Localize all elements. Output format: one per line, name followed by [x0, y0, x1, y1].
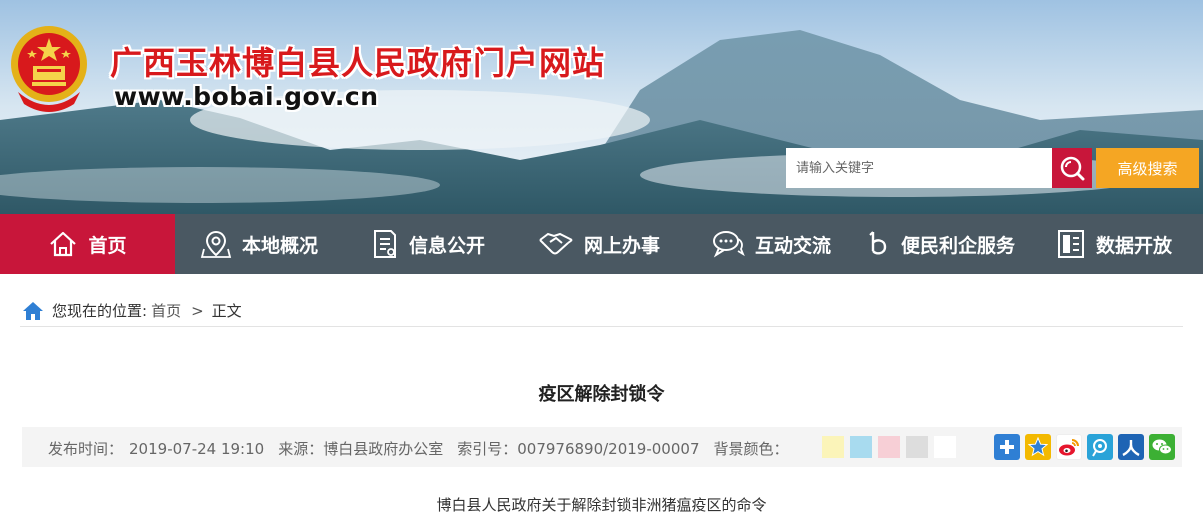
share-weibo-button[interactable] — [1056, 434, 1082, 460]
search-icon — [1060, 156, 1085, 181]
source-value: 博白县政府办公室 — [323, 440, 444, 458]
index-value: 007976890/2019-00007 — [517, 440, 700, 458]
nav-label-overview: 本地概况 — [241, 234, 318, 257]
renren-icon — [1122, 440, 1140, 457]
nav-item-public-services[interactable]: 便民利企服务 — [857, 214, 1025, 274]
bg-swatch-pink[interactable] — [878, 436, 900, 458]
map-pin-icon — [200, 230, 232, 258]
bg-swatch-white[interactable] — [934, 436, 956, 458]
main-nav: 首页 本地概况 信息公开 网上办事 互动交流 便民利企服务 数据开放 — [0, 214, 1203, 274]
weibo-icon — [1059, 439, 1079, 456]
breadcrumb-current: 正文 — [211, 302, 242, 320]
nav-item-online-services[interactable]: 网上办事 — [513, 214, 685, 274]
nav-item-home[interactable]: 首页 — [0, 214, 175, 274]
data-icon — [1057, 230, 1084, 258]
bg-swatch-gray[interactable] — [906, 436, 928, 458]
tencent-weibo-icon — [1092, 439, 1107, 457]
nav-label-info-disclosure: 信息公开 — [408, 234, 485, 257]
document-icon — [373, 230, 396, 258]
plus-icon — [1000, 440, 1014, 454]
share-wechat-button[interactable] — [1149, 434, 1175, 460]
bg-color-swatches — [822, 436, 962, 458]
national-emblem-icon — [11, 26, 87, 112]
bg-swatch-blue[interactable] — [850, 436, 872, 458]
service-icon — [869, 231, 887, 255]
breadcrumb: 您现在的位置: 首页 > 正文 — [22, 300, 242, 321]
share-qzone-button[interactable] — [1025, 434, 1051, 460]
site-title: 广西玉林博白县人民政府门户网站 — [110, 44, 606, 82]
bg-color-label: 背景颜色： — [713, 440, 789, 458]
breadcrumb-separator: > — [191, 301, 204, 320]
article-title: 疫区解除封锁令 — [538, 384, 665, 405]
qzone-icon — [1028, 437, 1048, 457]
home-icon — [23, 301, 43, 320]
advanced-search-button[interactable]: 高级搜索 — [1096, 148, 1199, 188]
chat-icon — [712, 231, 745, 258]
index-label: 索引号： — [457, 440, 518, 458]
nav-label-online-services: 网上办事 — [583, 234, 660, 257]
publish-time-label: 发布时间： — [48, 440, 124, 458]
bg-swatch-yellow[interactable] — [822, 436, 844, 458]
nav-label-interaction: 互动交流 — [754, 234, 831, 257]
header-banner: 广西玉林博白县人民政府门户网站 www.bobai.gov.cn 高级搜索 — [0, 0, 1203, 214]
source-label: 来源： — [278, 440, 324, 458]
search-input[interactable] — [786, 148, 1052, 188]
nav-item-overview[interactable]: 本地概况 — [175, 214, 343, 274]
article-meta: 发布时间： 2019-07-24 19:10 来源：博白县政府办公室 索引号：0079… — [48, 438, 803, 459]
search-button[interactable] — [1052, 148, 1092, 188]
breadcrumb-home-link[interactable]: 首页 — [151, 300, 181, 321]
share-buttons — [994, 434, 1180, 460]
publish-time: 2019-07-24 19:10 — [129, 440, 265, 458]
share-renren-button[interactable] — [1118, 434, 1144, 460]
nav-label-home: 首页 — [88, 234, 127, 257]
nav-item-open-data[interactable]: 数据开放 — [1025, 214, 1203, 274]
article-subtitle: 博白县人民政府关于解除封锁非洲猪瘟疫区的命令 — [436, 496, 767, 514]
handshake-icon — [539, 232, 573, 255]
article-meta-bar: 发布时间： 2019-07-24 19:10 来源：博白县政府办公室 索引号：0079… — [22, 427, 1182, 467]
share-tencent-weibo-button[interactable] — [1087, 434, 1113, 460]
nav-label-open-data: 数据开放 — [1095, 234, 1172, 257]
home-icon — [50, 231, 77, 257]
breadcrumb-prefix: 您现在的位置: — [52, 302, 148, 320]
nav-item-info-disclosure[interactable]: 信息公开 — [343, 214, 513, 274]
breadcrumb-divider — [20, 326, 1183, 327]
nav-label-public-services: 便民利企服务 — [900, 234, 1015, 257]
site-url: www.bobai.gov.cn — [114, 82, 379, 111]
nav-item-interaction[interactable]: 互动交流 — [685, 214, 857, 274]
wechat-icon — [1152, 439, 1172, 455]
share-more-button[interactable] — [994, 434, 1020, 460]
